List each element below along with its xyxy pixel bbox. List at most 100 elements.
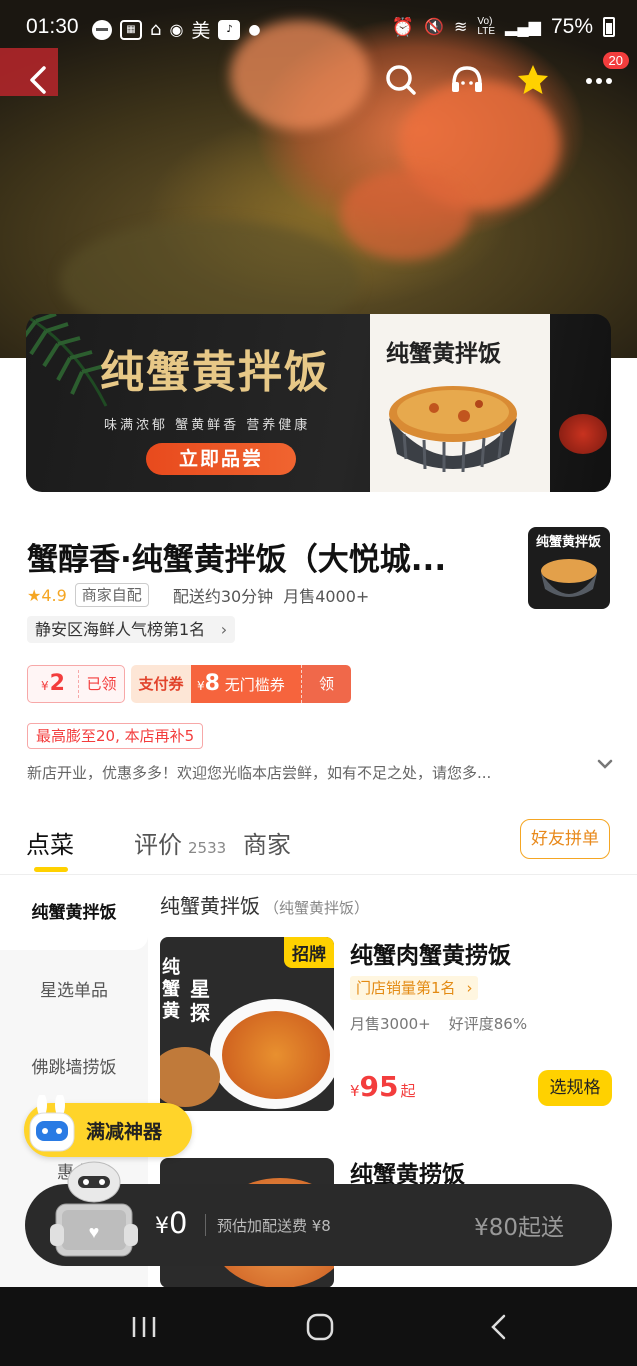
coupon-claimed[interactable]: ¥2 已领 xyxy=(27,665,125,703)
recent-apps-button[interactable] xyxy=(128,1311,160,1343)
customer-service-icon[interactable] xyxy=(449,62,485,98)
select-spec-button[interactable]: 选规格 xyxy=(538,1070,612,1106)
product-rank-badge[interactable]: 门店销量第1名 › xyxy=(350,976,478,1000)
banner-title: 纯蟹黄拌饭 xyxy=(100,347,330,398)
tab-reviews-label: 评价 xyxy=(134,831,182,859)
banner-cta-button[interactable]: 立即品尝 xyxy=(146,443,296,475)
claim-coupon-button[interactable]: 领 xyxy=(301,665,351,703)
discount-helper-label: 满减神器 xyxy=(86,1121,163,1143)
delivery-fee: 预估加配送费 ¥8 xyxy=(217,1217,331,1235)
wifi-icon: ≋ xyxy=(454,19,468,36)
mute-icon: 🔇 xyxy=(424,19,444,36)
rating-value: 4.9 xyxy=(41,585,67,605)
cart-robot-icon[interactable]: ♥ xyxy=(48,1158,140,1268)
coupon-amount-value: 2 xyxy=(49,671,65,696)
coupon-status: 已领 xyxy=(86,675,117,693)
hero-image: 01:30 ▦ ⌂ ◉ 美 ♪ ● ⏰ 🔇 ≋ Vo)LTE ▂▄▆ 75% xyxy=(0,0,637,358)
price-suffix: 起 xyxy=(400,1082,416,1100)
banner-subtitle: 味满浓郁 蟹黄鲜香 营养健康 xyxy=(104,418,311,433)
cart-total-value: 0 xyxy=(169,1206,188,1240)
rice-bowl-image xyxy=(389,386,517,473)
signature-tag: 招牌 xyxy=(284,937,334,968)
robot-mascot-icon xyxy=(29,1095,75,1152)
message-badge: 20 xyxy=(602,52,629,69)
cart-total: ¥0 xyxy=(155,1206,187,1240)
promo-tag: 最高膨至20, 本店再补5 xyxy=(27,723,204,749)
coupon-amount: ¥2 xyxy=(28,666,78,702)
rating: ★4.9 xyxy=(27,586,67,605)
tab-order-label: 点菜 xyxy=(26,831,74,859)
currency-symbol: ¥ xyxy=(155,1214,169,1239)
status-bar: 01:30 ▦ ⌂ ◉ 美 ♪ ● ⏰ 🔇 ≋ Vo) LTE ▂▄▆ 75% xyxy=(0,8,637,48)
category-item[interactable]: 星选单品 xyxy=(0,976,148,1001)
product-image-decoration: 纯蟹黄 xyxy=(162,957,180,1022)
chili-image xyxy=(559,414,607,454)
chevron-right-icon: › xyxy=(220,620,228,639)
product-name[interactable]: 纯蟹肉蟹黄捞饭 xyxy=(350,936,511,970)
shop-rank-label: 静安区海鲜人气榜第1名 xyxy=(35,620,206,639)
shop-thumb-bowl-image xyxy=(541,559,597,597)
product-rating: 好评度86% xyxy=(448,1015,528,1033)
tab-order[interactable]: 点菜 xyxy=(26,825,74,860)
line-notif-icon: ◉ xyxy=(169,20,184,39)
more-menu-button[interactable]: 20 xyxy=(581,52,629,98)
product-sales: 月售3000+ xyxy=(350,1015,431,1033)
volte-icon: Vo) LTE xyxy=(477,16,496,37)
shop-thumb-title: 纯蟹黄拌饭 xyxy=(536,535,602,550)
system-back-button[interactable] xyxy=(484,1311,516,1343)
payment-coupon-desc: 无门槛券 xyxy=(224,676,285,694)
product-stats: 月售3000+ 好评度86% xyxy=(350,1013,527,1034)
tiktok-notif-icon: ♪ xyxy=(218,19,241,40)
expand-chevron-down-icon[interactable] xyxy=(594,753,616,775)
battery-level: 75% xyxy=(550,15,593,38)
tab-reviews[interactable]: 评价 2533 xyxy=(134,825,226,860)
back-button[interactable] xyxy=(24,60,54,100)
status-time: 01:30 xyxy=(26,15,79,38)
alarm-icon: ⏰ xyxy=(391,16,415,37)
app-notif-icon: ▦ xyxy=(120,19,142,40)
shop-meta-row: ★4.9 商家自配 配送约30分钟 月售4000+ xyxy=(27,583,379,607)
review-count: 2533 xyxy=(188,839,227,857)
minimum-order[interactable]: ¥80起送 xyxy=(474,1208,564,1242)
category-item-active[interactable]: 纯蟹黄拌饭 xyxy=(0,876,148,950)
tab-merchant[interactable]: 商家 xyxy=(243,825,291,860)
delivery-type-tag: 商家自配 xyxy=(74,583,149,607)
discount-helper-button[interactable]: 满减神器 xyxy=(24,1095,192,1157)
product-image[interactable]: 纯蟹黄 星探 招牌 xyxy=(160,937,334,1111)
currency-symbol: ¥ xyxy=(197,679,205,693)
payment-coupon[interactable]: 支付券 ¥8 无门槛券 领 xyxy=(131,665,351,703)
section-subtitle: （纯蟹黄拌饭） xyxy=(264,899,370,917)
home-button[interactable] xyxy=(304,1311,336,1343)
product-price: ¥95 起 xyxy=(350,1070,416,1103)
group-order-button[interactable]: 好友拼单 xyxy=(520,819,610,859)
notif-text: 美 xyxy=(191,20,211,42)
shop-notice: 新店开业，优惠多多！欢迎您光临本店尝鲜，如有不足之处，请您多... xyxy=(27,764,492,782)
banner-product-panel: 纯蟹黄拌饭 xyxy=(370,314,550,492)
promo-banner[interactable]: 纯蟹黄拌饭 味满浓郁 蟹黄鲜香 营养健康 立即品尝 纯蟹黄拌饭 xyxy=(26,314,611,492)
currency-symbol: ¥ xyxy=(41,679,49,693)
rating-star-icon: ★ xyxy=(27,585,42,605)
delivery-time: 配送约30分钟 xyxy=(172,587,274,606)
shop-name[interactable]: 蟹醇香·纯蟹黄拌饭（大悦城... xyxy=(27,534,446,579)
section-title-text: 纯蟹黄拌饭 xyxy=(160,894,260,918)
dnd-icon xyxy=(92,19,112,40)
banner-panel-title: 纯蟹黄拌饭 xyxy=(386,340,501,367)
category-item[interactable]: 佛跳墙捞饭 xyxy=(0,1053,148,1078)
shop-rank-link[interactable]: 静安区海鲜人气榜第1名 › xyxy=(27,616,236,643)
payment-coupon-amount: 8 xyxy=(204,671,220,696)
search-icon[interactable] xyxy=(383,62,419,98)
product-image-decoration: 星探 xyxy=(190,977,210,1025)
active-tab-indicator xyxy=(34,867,68,872)
section-title: 纯蟹黄拌饭 （纯蟹黄拌饭） xyxy=(160,890,369,919)
signal-icon: ▂▄▆ xyxy=(505,19,541,36)
currency-symbol: ¥ xyxy=(350,1082,360,1100)
favorite-star-icon[interactable] xyxy=(515,62,551,98)
svg-text:♥: ♥ xyxy=(89,1222,100,1242)
shop-thumbnail[interactable]: 纯蟹黄拌饭 xyxy=(528,527,610,609)
system-nav-bar xyxy=(0,1287,637,1366)
payment-coupon-value: ¥8 无门槛券 xyxy=(191,665,301,703)
tab-merchant-label: 商家 xyxy=(243,831,291,859)
chevron-right-icon: › xyxy=(466,979,473,997)
price-value: 95 xyxy=(359,1070,399,1103)
battery-icon xyxy=(603,17,615,37)
